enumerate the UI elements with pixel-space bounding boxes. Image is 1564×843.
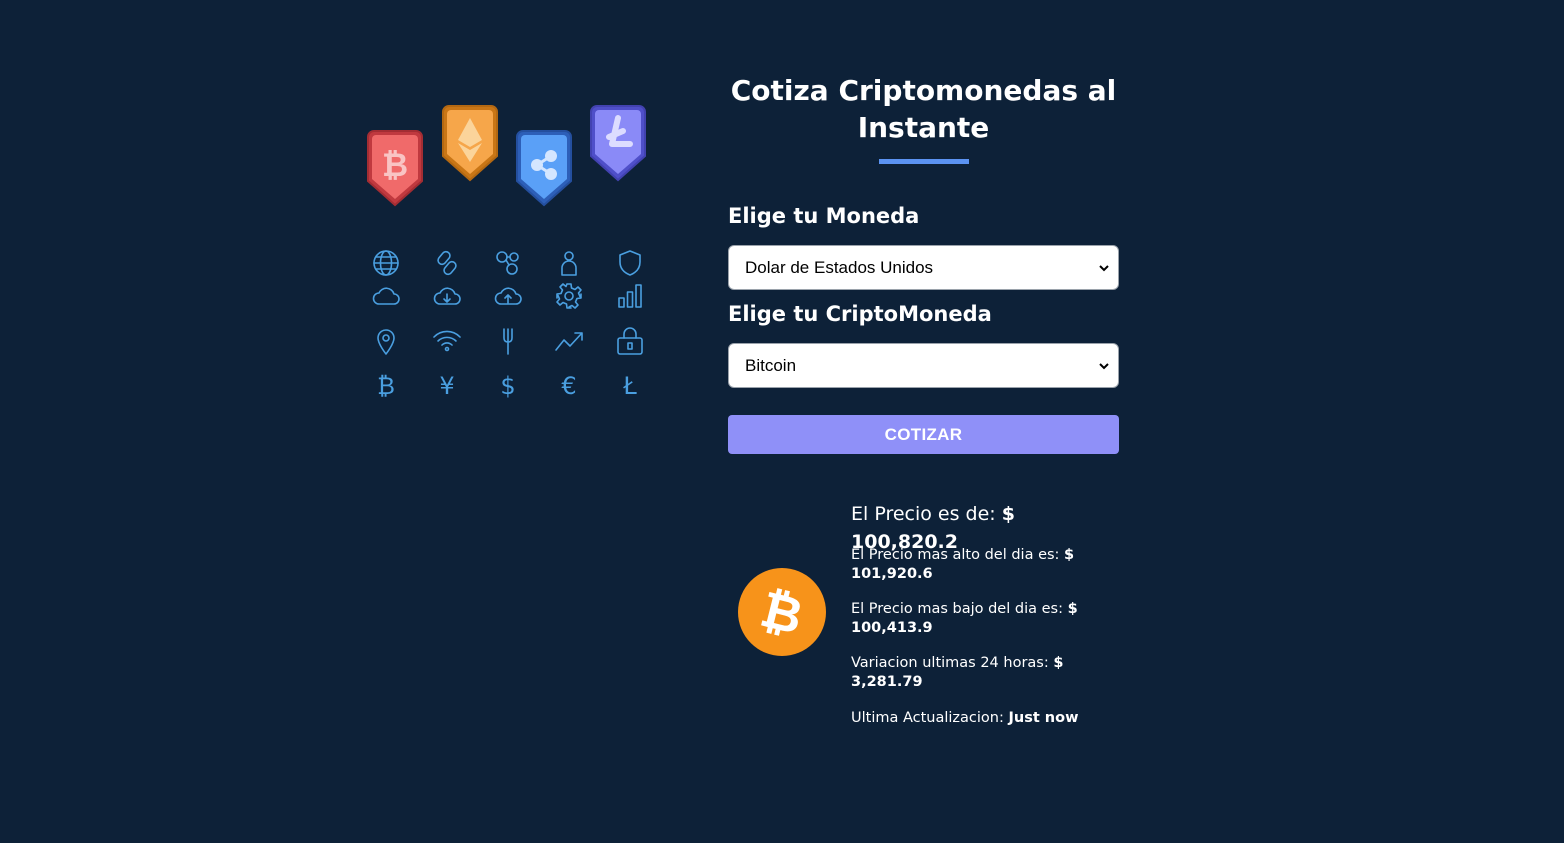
litecoin-badge-icon — [590, 105, 646, 182]
high-price-row: El Precio mas alto del dia es: $ 101,920… — [851, 546, 1091, 584]
shield-icon — [610, 246, 650, 279]
feature-icon-grid: ₿ ¥ $ € Ł — [366, 246, 650, 403]
location-pin-icon — [366, 324, 406, 357]
currency-select[interactable]: Dolar de Estados Unidos — [728, 245, 1119, 290]
quote-result: ₿ El Precio es de: $ 100,820.2 El Precio… — [738, 500, 1119, 740]
crypto-label: Elige tu CriptoMoneda — [728, 302, 992, 326]
currency-select-value: Dolar de Estados Unidos — [745, 257, 934, 277]
bitcoin-icon: ₿ — [377, 371, 395, 400]
trend-up-icon — [549, 324, 589, 357]
currency-label: Elige tu Moneda — [728, 204, 920, 228]
yen-icon: ¥ — [439, 371, 455, 400]
user-icon — [549, 246, 589, 279]
crypto-select[interactable]: Bitcoin — [728, 343, 1119, 388]
updated-label: Ultima Actualizacion: — [851, 710, 1009, 726]
price-details: El Precio es de: $ 100,820.2 El Precio m… — [851, 500, 1091, 726]
chevron-down-icon — [1099, 362, 1109, 369]
updated-value: Just now — [1008, 710, 1079, 726]
cotizar-button[interactable]: COTIZAR — [728, 415, 1119, 454]
page-title: Cotiza Criptomonedas al Instante — [730, 74, 1117, 144]
cloud-icon — [366, 279, 406, 312]
bitcoin-logo-icon: ₿ — [738, 568, 826, 656]
quote-panel: Cotiza Criptomonedas al Instante Elige t… — [728, 72, 1119, 454]
high-price-label: El Precio mas alto del dia es: — [851, 547, 1065, 563]
link-icon — [427, 246, 467, 279]
wifi-icon — [427, 324, 467, 357]
low-price-label: El Precio mas bajo del dia es: — [851, 601, 1068, 617]
price-label: El Precio es de: — [851, 503, 1002, 525]
bitcoin-badge-icon: ₿ — [367, 130, 423, 207]
updated-row: Ultima Actualizacion: Just now — [851, 709, 1091, 728]
ethereum-badge-icon — [442, 105, 498, 182]
bar-chart-icon — [610, 279, 650, 312]
network-icon — [488, 246, 528, 279]
dollar-icon: $ — [500, 371, 516, 400]
change-row: Variacion ultimas 24 horas: $ 3,281.79 — [851, 654, 1091, 692]
globe-icon — [366, 246, 406, 279]
low-price-row: El Precio mas bajo del dia es: $ 100,413… — [851, 600, 1091, 638]
fork-icon — [488, 324, 528, 357]
euro-icon: € — [561, 371, 577, 400]
svg-text:₿: ₿ — [382, 146, 408, 184]
cloud-download-icon — [427, 279, 467, 312]
litecoin-icon: Ł — [623, 371, 637, 400]
ripple-badge-icon — [516, 130, 572, 207]
cloud-upload-icon — [488, 279, 528, 312]
lock-icon — [610, 324, 650, 357]
chevron-down-icon — [1099, 264, 1109, 271]
change-label: Variacion ultimas 24 horas: — [851, 655, 1054, 671]
gear-icon — [549, 279, 589, 312]
title-underline — [878, 159, 969, 164]
crypto-select-value: Bitcoin — [745, 355, 797, 375]
